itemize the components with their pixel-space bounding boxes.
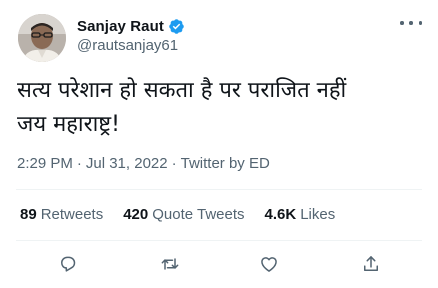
tweet-text: सत्य परेशान हो सकता है पर पराजित नहीं जय… xyxy=(17,78,347,137)
share-button[interactable] xyxy=(356,249,386,279)
retweets-stat[interactable]: 89 Retweets xyxy=(20,206,103,223)
avatar[interactable] xyxy=(18,14,66,62)
display-name[interactable]: Sanjay Raut xyxy=(77,18,164,35)
like-button[interactable] xyxy=(254,249,284,279)
action-bar xyxy=(16,249,422,279)
share-icon xyxy=(364,256,378,271)
divider xyxy=(16,240,422,241)
tweet-stats: 89 Retweets 420 Quote Tweets 4.6K Likes xyxy=(20,206,355,223)
meta-separator: · xyxy=(76,155,82,172)
retweet-icon xyxy=(161,258,179,270)
likes-stat[interactable]: 4.6K Likes xyxy=(265,206,336,223)
likes-count: 4.6K xyxy=(264,206,297,223)
likes-label: Likes xyxy=(300,206,336,223)
more-dots-icon[interactable] xyxy=(400,16,422,30)
quotes-count: 420 xyxy=(123,206,149,223)
quotes-stat[interactable]: 420 Quote Tweets xyxy=(123,206,244,223)
verified-badge-icon xyxy=(168,18,185,35)
reply-button[interactable] xyxy=(53,249,83,279)
retweet-button[interactable] xyxy=(155,249,185,279)
tweet-meta: 2:29 PM · Jul 31, 2022 · Twitter by ED xyxy=(17,155,270,172)
meta-separator: · xyxy=(171,155,177,172)
reply-icon xyxy=(61,256,76,272)
tweet-source[interactable]: Twitter by ED xyxy=(181,155,270,172)
author-handle[interactable]: @rautsanjay61 xyxy=(77,37,185,54)
divider xyxy=(16,189,422,190)
tweet-date[interactable]: Jul 31, 2022 xyxy=(86,155,168,172)
retweets-label: Retweets xyxy=(40,206,104,223)
avatar-image xyxy=(18,14,66,62)
author-block: Sanjay Raut @rautsanjay61 xyxy=(77,16,185,54)
quotes-label: Quote Tweets xyxy=(152,206,245,223)
retweets-count: 89 xyxy=(20,206,37,223)
tweet-card: Sanjay Raut @rautsanjay61 सत्य परेशान हो… xyxy=(0,0,438,288)
display-name-row: Sanjay Raut xyxy=(77,16,185,36)
like-icon xyxy=(261,257,277,272)
tweet-time[interactable]: 2:29 PM xyxy=(17,155,73,172)
